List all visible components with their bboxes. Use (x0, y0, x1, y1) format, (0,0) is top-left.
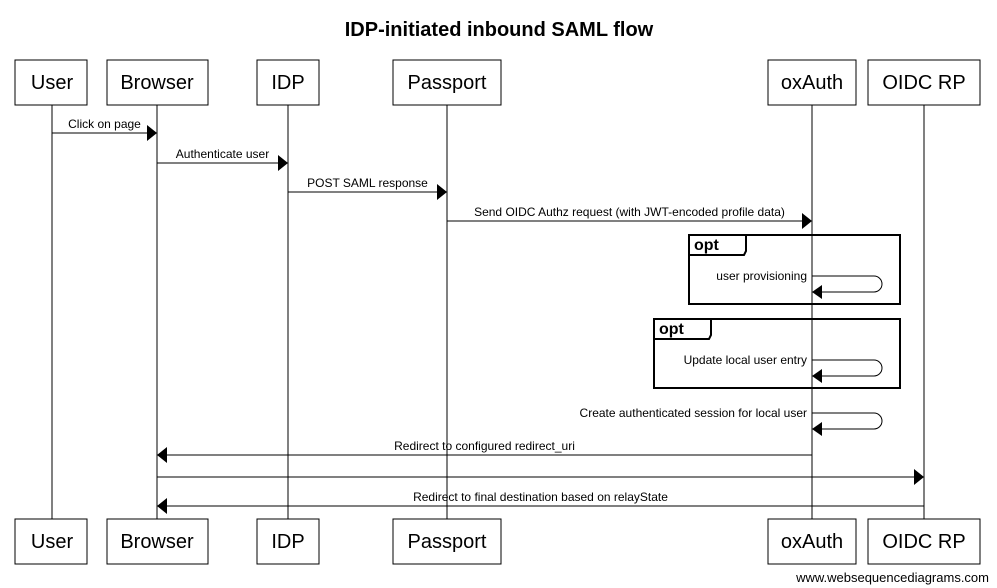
participant-user-bottom: User (14, 518, 88, 565)
participant-idp-top: IDP (256, 59, 320, 106)
arrowhead-icon (437, 184, 447, 200)
participant-passport-bottom: Passport (392, 518, 502, 565)
message: Authenticate user (157, 147, 288, 171)
participant-browser-bottom: Browser (106, 518, 209, 565)
participant-oidcrp-bottom: OIDC RP (867, 518, 981, 565)
participant-label: IDP (271, 72, 304, 94)
message-label: Create authenticated session for local u… (580, 406, 807, 420)
message-label: Send OIDC Authz request (with JWT-encode… (474, 205, 785, 219)
diagram-title: IDP-initiated inbound SAML flow (345, 19, 654, 41)
messages: Click on page Authenticate user POST SAML … (52, 117, 924, 514)
message-label: POST SAML response (307, 176, 428, 190)
participant-idp-bottom: IDP (256, 518, 320, 565)
message: Send OIDC Authz request (with JWT-encode… (447, 205, 812, 229)
participant-label: Browser (120, 72, 194, 94)
participant-label: oxAuth (781, 531, 843, 553)
message-label: Authenticate user (176, 147, 269, 161)
participant-label: IDP (271, 531, 304, 553)
arrowhead-icon (914, 469, 924, 485)
message-label: user provisioning (716, 269, 807, 283)
participant-oxauth-top: oxAuth (767, 59, 857, 106)
participant-oidcrp-top: OIDC RP (867, 59, 981, 106)
message: Create authenticated session for local u… (580, 406, 883, 436)
message: user provisioning (716, 269, 883, 299)
arrowhead-icon (157, 498, 167, 514)
message: POST SAML response (288, 176, 447, 200)
arrowhead-icon (812, 422, 822, 436)
participant-label: User (31, 72, 74, 94)
watermark: www.websequencediagrams.com (795, 570, 989, 585)
message: Click on page (52, 117, 157, 141)
sequence-diagram: IDP-initiated inbound SAML flow opt opt … (14, 19, 989, 585)
message: Redirect to configured redirect_uri (157, 439, 812, 463)
message (157, 469, 924, 485)
participant-label: OIDC RP (882, 531, 965, 553)
arrowhead-icon (147, 125, 157, 141)
participants: User User Browser Browser IDP IDP Passport Pass… (14, 59, 981, 565)
lifelines (51, 105, 925, 519)
arrowhead-icon (157, 447, 167, 463)
arrowhead-icon (802, 213, 812, 229)
participant-passport-top: Passport (392, 59, 502, 106)
participant-label: Passport (408, 72, 487, 94)
participant-label: Browser (120, 531, 194, 553)
participant-label: OIDC RP (882, 72, 965, 94)
arrowhead-icon (812, 285, 822, 299)
participant-browser-top: Browser (106, 59, 209, 106)
message: Redirect to final destination based on r… (157, 490, 924, 514)
participant-user-top: User (14, 59, 88, 106)
opt-frame-label: opt (694, 237, 720, 254)
message-label: Click on page (68, 117, 141, 131)
message-label: Update local user entry (684, 353, 807, 367)
self-message-line (812, 359, 883, 377)
arrowhead-icon (278, 155, 288, 171)
opt-frame-label: opt (659, 321, 685, 338)
message: Update local user entry (684, 353, 883, 383)
message-label: Redirect to configured redirect_uri (394, 439, 575, 453)
self-message-line (812, 275, 883, 293)
arrowhead-icon (812, 369, 822, 383)
participant-oxauth-bottom: oxAuth (767, 518, 857, 565)
self-message-line (812, 412, 883, 430)
message-label: Redirect to final destination based on r… (413, 490, 668, 504)
participant-label: User (31, 531, 74, 553)
participant-label: oxAuth (781, 72, 843, 94)
participant-label: Passport (408, 531, 487, 553)
